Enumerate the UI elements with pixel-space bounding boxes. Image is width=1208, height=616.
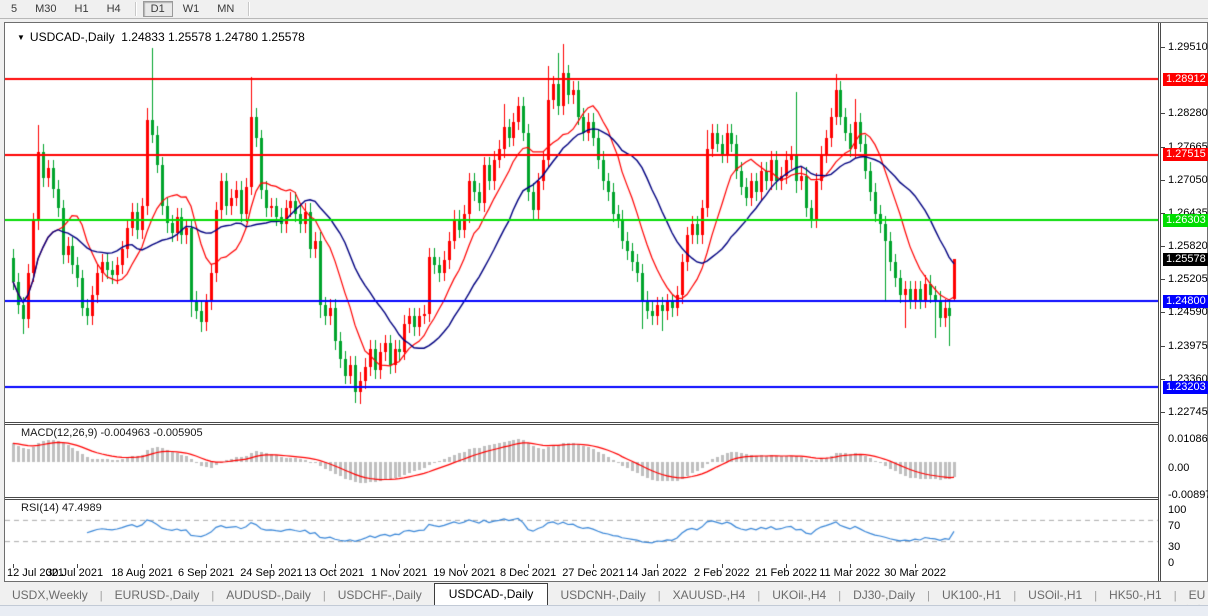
price-tick-mark <box>1161 246 1165 247</box>
chart-symbol-period: USDCAD-,Daily <box>30 30 115 44</box>
period-button-d1[interactable]: D1 <box>143 1 173 17</box>
price-axis: 1.295101.282801.276651.270501.264351.258… <box>1158 23 1207 581</box>
date-tick-label: 6 Sep 2021 <box>178 567 234 579</box>
price-tick-label: 1.29510 <box>1168 41 1208 53</box>
date-tick-label: 2 Feb 2022 <box>694 567 750 579</box>
level-price-badge: 1.27515 <box>1163 148 1208 161</box>
date-tick-label: 30 Mar 2022 <box>884 567 946 579</box>
price-tick-mark <box>1161 312 1165 313</box>
price-tick-mark <box>1161 412 1165 413</box>
price-tick-mark <box>1161 113 1165 114</box>
period-button-5[interactable]: 5 <box>3 1 25 17</box>
chart-tab-audusd-daily[interactable]: AUDUSD-,Daily <box>214 586 323 605</box>
chart-title: ▼ USDCAD-,Daily 1.24833 1.25578 1.24780 1… <box>17 30 305 44</box>
price-tick-label: 1.28280 <box>1168 107 1208 119</box>
date-tick-label: 30 Jul 2021 <box>46 567 103 579</box>
toolbar-separator <box>135 2 137 16</box>
chart-tab-xauusd-h4[interactable]: XAUUSD-,H4 <box>661 586 758 605</box>
macd-axis-label: 0.00 <box>1168 462 1189 474</box>
mt4-terminal: 5M30H1H4D1W1MN 12 Jul 202130 Jul 202118 … <box>0 0 1208 616</box>
chart-tab-usdx-weekly[interactable]: USDX,Weekly <box>0 586 100 605</box>
timeframe-toolbar: 5M30H1H4 D1W1MN <box>0 0 1208 19</box>
date-tick-label: 19 Nov 2021 <box>433 567 495 579</box>
level-price-badge: 1.24800 <box>1163 295 1208 308</box>
chart-tab-usdcad-daily[interactable]: USDCAD-,Daily <box>434 583 549 605</box>
chart-tab-eurusd-daily[interactable]: EURUSD-,Daily <box>103 586 212 605</box>
macd-axis-label: 0.010869 <box>1168 433 1208 445</box>
chart-ohlc-values: 1.24833 1.25578 1.24780 1.25578 <box>121 30 305 44</box>
price-tick-label: 1.25820 <box>1168 240 1208 252</box>
level-price-badge: 1.28912 <box>1163 73 1208 86</box>
period-button-mn[interactable]: MN <box>209 1 242 17</box>
date-tick-label: 14 Jan 2022 <box>626 567 687 579</box>
macd-label: MACD(12,26,9) -0.004963 -0.005905 <box>21 427 203 439</box>
chart-menu-icon[interactable]: ▼ <box>17 33 25 42</box>
date-tick-label: 11 Mar 2022 <box>819 567 880 579</box>
date-tick-label: 21 Feb 2022 <box>755 567 817 579</box>
price-tick-label: 1.22745 <box>1168 406 1208 418</box>
chart-tab-ukoil-h4[interactable]: UKOil-,H4 <box>760 586 838 605</box>
chart-tab-usoil-h1[interactable]: USOil-,H1 <box>1016 586 1094 605</box>
chart-tab-uk100-h1[interactable]: UK100-,H1 <box>930 586 1013 605</box>
price-tick-label: 1.27050 <box>1168 174 1208 186</box>
date-tick-label: 13 Oct 2021 <box>304 567 364 579</box>
price-tick-mark <box>1161 279 1165 280</box>
status-bar <box>0 605 1208 616</box>
rsi-label: RSI(14) 47.4989 <box>21 502 102 514</box>
chart-tab-bar: USDX,Weekly|EURUSD-,Daily|AUDUSD-,Daily|… <box>0 582 1208 605</box>
period-button-h4[interactable]: H4 <box>99 1 129 17</box>
period-button-w1[interactable]: W1 <box>175 1 208 17</box>
main-chart-canvas[interactable] <box>5 23 1158 422</box>
rsi-canvas[interactable] <box>5 500 1158 564</box>
chart-tab-hk50-h1[interactable]: HK50-,H1 <box>1097 586 1174 605</box>
price-tick-label: 1.25205 <box>1168 273 1208 285</box>
rsi-axis-label: 0 <box>1168 557 1174 569</box>
date-tick-label: 24 Sep 2021 <box>240 567 302 579</box>
price-tick-mark <box>1161 180 1165 181</box>
price-tick-mark <box>1161 346 1165 347</box>
current-price-badge: 1.25578 <box>1163 253 1208 266</box>
date-tick-label: 8 Dec 2021 <box>500 567 556 579</box>
chart-window: 12 Jul 202130 Jul 202118 Aug 20216 Sep 2… <box>4 22 1208 582</box>
chart-tab-usdchf-daily[interactable]: USDCHF-,Daily <box>326 586 434 605</box>
macd-axis-label: -0.008974 <box>1168 489 1208 501</box>
rsi-axis-label: 70 <box>1168 520 1180 532</box>
price-tick-mark <box>1161 47 1165 48</box>
level-price-badge: 1.26303 <box>1163 214 1208 227</box>
date-tick-label: 18 Aug 2021 <box>111 567 173 579</box>
toolbar-separator <box>248 2 250 16</box>
price-tick-label: 1.23975 <box>1168 340 1208 352</box>
level-price-badge: 1.23203 <box>1163 381 1208 394</box>
price-tick-mark <box>1161 379 1165 380</box>
rsi-axis-label: 100 <box>1168 504 1186 516</box>
period-button-h1[interactable]: H1 <box>67 1 97 17</box>
period-button-m30[interactable]: M30 <box>27 1 64 17</box>
rsi-axis-label: 30 <box>1168 541 1180 553</box>
date-tick-label: 27 Dec 2021 <box>562 567 624 579</box>
chart-tab-dj30-daily[interactable]: DJ30-,Daily <box>841 586 927 605</box>
chart-tab-usdcnh-daily[interactable]: USDCNH-,Daily <box>548 586 657 605</box>
date-axis: 12 Jul 202130 Jul 202118 Aug 20216 Sep 2… <box>5 564 1158 581</box>
date-tick-label: 1 Nov 2021 <box>371 567 427 579</box>
